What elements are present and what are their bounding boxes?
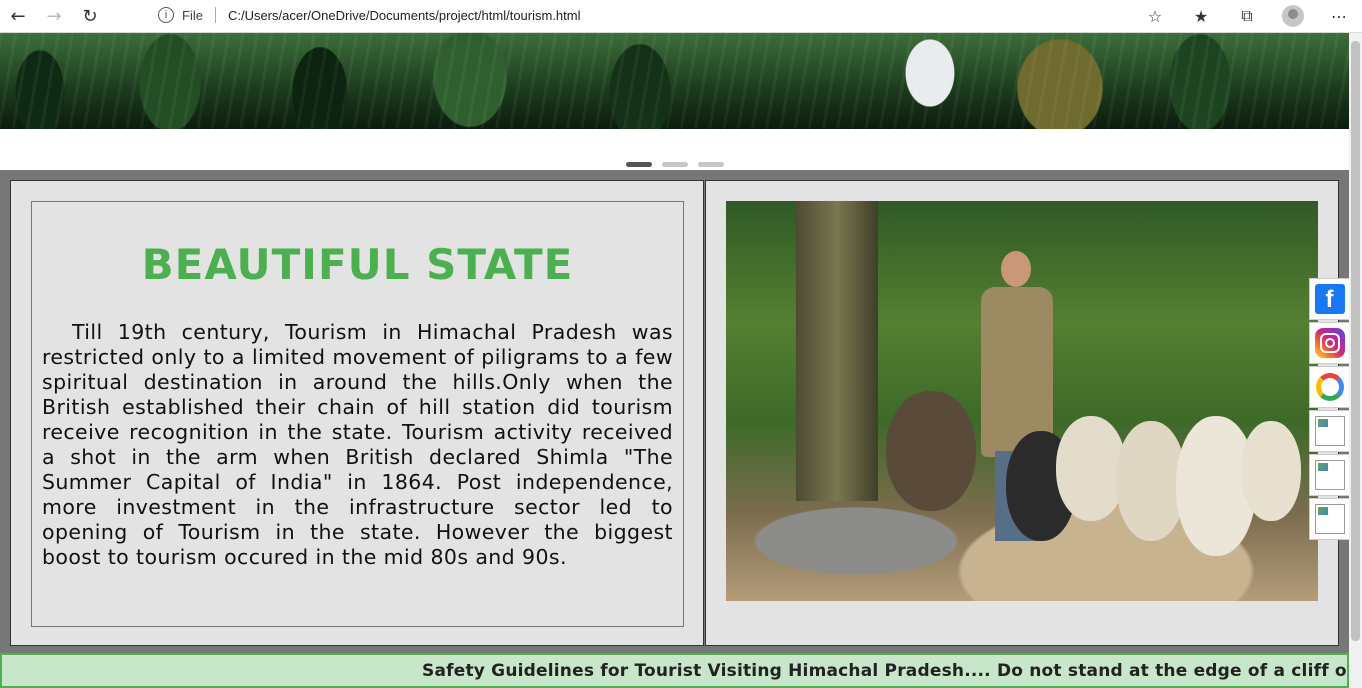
- sheep: [886, 391, 976, 511]
- url-text[interactable]: C:/Users/acer/OneDrive/Documents/project…: [228, 8, 581, 23]
- safety-marquee: Safety Guidelines for Tourist Visiting H…: [0, 653, 1349, 688]
- section-heading: BEAUTIFUL STATE: [141, 240, 574, 289]
- tree-trunk: [796, 201, 878, 501]
- google-link[interactable]: [1309, 366, 1349, 408]
- carousel-indicators: [626, 162, 724, 167]
- more-icon[interactable]: ⋯: [1316, 7, 1362, 26]
- scrollbar-thumb[interactable]: [1351, 41, 1360, 641]
- google-icon: [1315, 373, 1344, 401]
- carousel-dot-3[interactable]: [698, 162, 724, 167]
- facebook-icon: f: [1314, 284, 1345, 314]
- browser-actions: ☆ ★ ⧉ ⋯: [1132, 0, 1362, 32]
- shepherd-photo: [726, 201, 1318, 601]
- page: BEAUTIFUL STATE Till 19th century, Touri…: [0, 33, 1349, 688]
- info-icon[interactable]: i: [158, 7, 174, 23]
- browser-toolbar: ← → ↻ i File C:/Users/acer/OneDrive/Docu…: [0, 0, 1362, 33]
- page-scrollbar[interactable]: [1349, 33, 1362, 688]
- broken-image-icon: [1314, 504, 1345, 534]
- broken-image-icon: [1314, 416, 1345, 446]
- back-icon[interactable]: ←: [0, 0, 36, 32]
- instagram-icon: [1314, 328, 1345, 358]
- profile-avatar[interactable]: [1282, 5, 1304, 27]
- forward-icon[interactable]: →: [36, 0, 72, 32]
- section-paragraph: Till 19th century, Tourism in Himachal P…: [42, 320, 673, 569]
- social-sidebar: f: [1309, 278, 1349, 542]
- marquee-text: Safety Guidelines for Tourist Visiting H…: [422, 661, 1349, 681]
- address-bar[interactable]: i File C:/Users/acer/OneDrive/Documents/…: [146, 2, 1176, 28]
- carousel-image: [0, 33, 1349, 129]
- file-label: File: [182, 7, 203, 23]
- facebook-link[interactable]: f: [1309, 278, 1349, 320]
- social-link-4[interactable]: [1309, 410, 1349, 452]
- social-link-5[interactable]: [1309, 454, 1349, 496]
- carousel-dot-2[interactable]: [662, 162, 688, 167]
- content-section: BEAUTIFUL STATE Till 19th century, Touri…: [0, 170, 1349, 653]
- address-separator: [214, 7, 216, 23]
- favorites-icon[interactable]: ★: [1178, 7, 1224, 26]
- refresh-icon[interactable]: ↻: [72, 0, 108, 32]
- social-link-6[interactable]: [1309, 498, 1349, 540]
- text-panel: BEAUTIFUL STATE Till 19th century, Touri…: [10, 180, 704, 646]
- image-panel: [705, 180, 1339, 646]
- instagram-link[interactable]: [1309, 322, 1349, 364]
- add-favorite-icon[interactable]: ☆: [1132, 7, 1178, 26]
- carousel-dot-1[interactable]: [626, 162, 652, 167]
- text-box: BEAUTIFUL STATE Till 19th century, Touri…: [31, 201, 684, 627]
- broken-image-icon: [1314, 460, 1345, 490]
- sheep: [1241, 421, 1301, 521]
- collections-icon[interactable]: ⧉: [1224, 6, 1270, 26]
